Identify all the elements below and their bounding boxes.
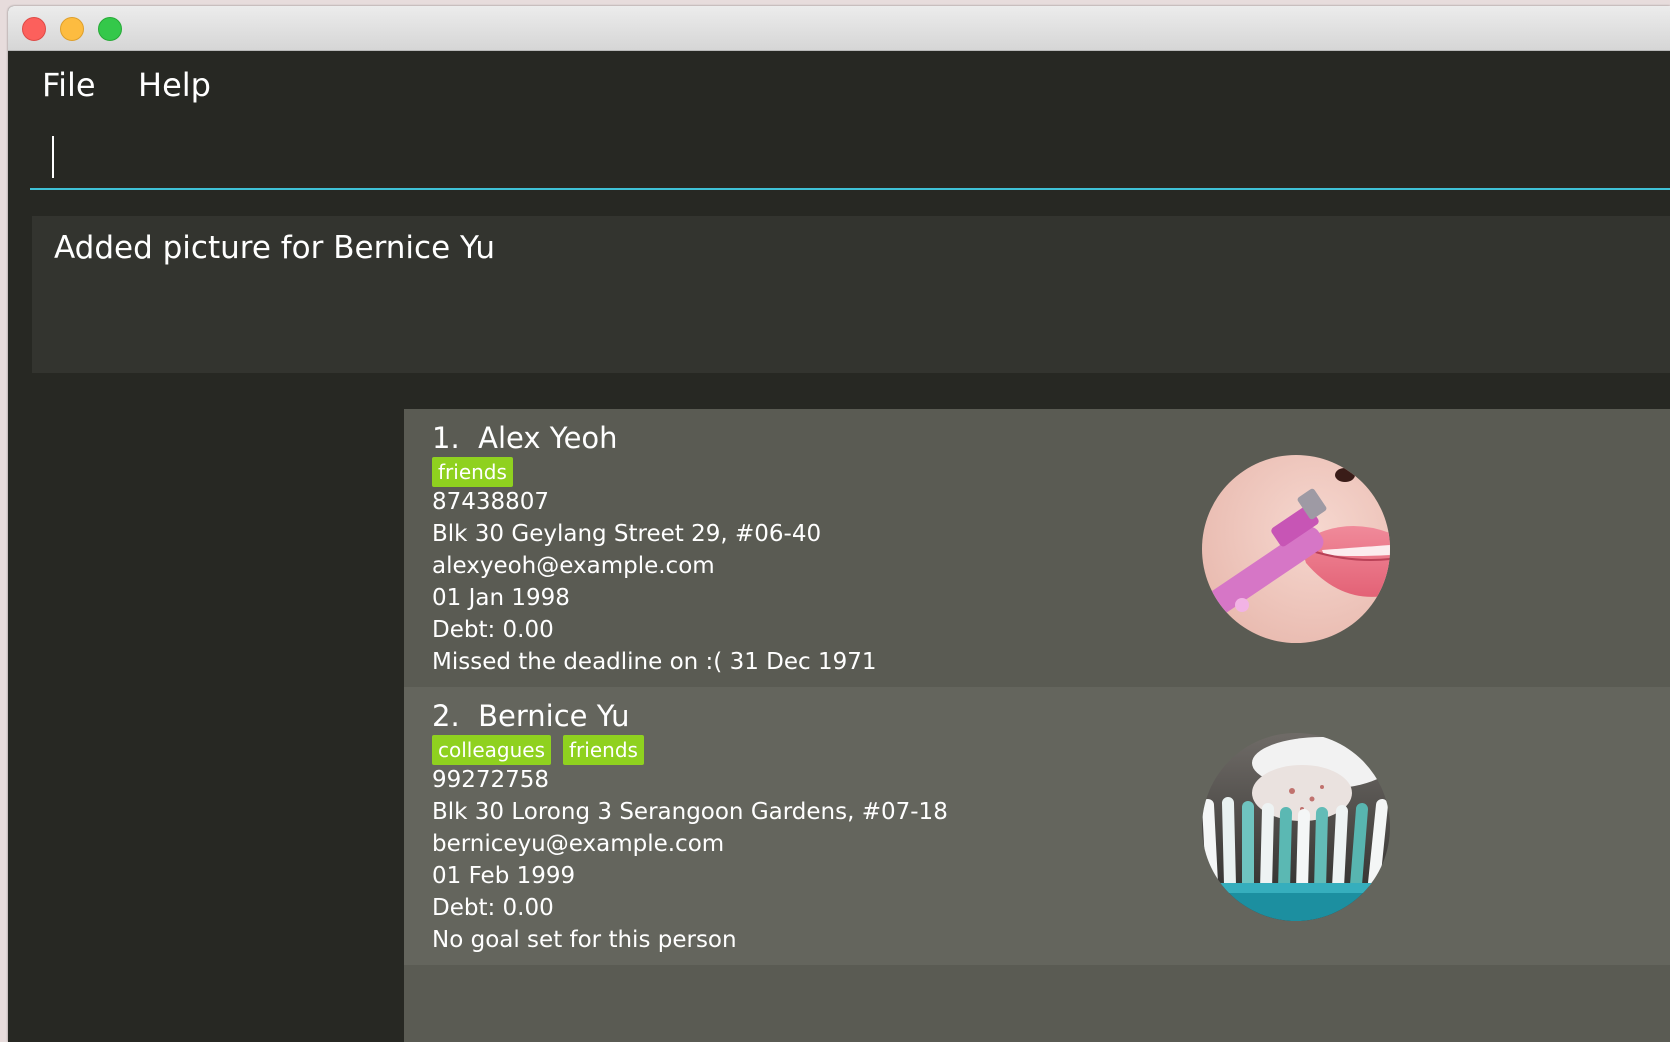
tag-list: friends [432, 457, 525, 487]
tag-list: colleagues friends [432, 735, 656, 765]
person-phone: 87438807 [432, 489, 550, 515]
person-name: Alex Yeoh [478, 421, 618, 455]
menu-help[interactable]: Help [138, 65, 211, 105]
person-email: alexyeoh@example.com [432, 553, 715, 579]
menu-bar: File Help [8, 51, 1670, 111]
person-name-line: 2. Bernice Yu [432, 699, 629, 733]
text-caret [52, 136, 54, 178]
person-card[interactable]: 1. Alex Yeoh friends 87438807 Blk 30 Gey… [404, 409, 1670, 687]
command-input[interactable] [30, 126, 1670, 190]
maximize-window-button[interactable] [98, 17, 122, 41]
title-bar [8, 6, 1670, 51]
person-name-line: 1. Alex Yeoh [432, 421, 618, 455]
person-address: Blk 30 Geylang Street 29, #06-40 [432, 521, 822, 547]
person-index: 2. [432, 699, 460, 733]
result-display: Added picture for Bernice Yu [32, 216, 1670, 373]
person-goal: Missed the deadline on :( 31 Dec 1971 [432, 649, 877, 675]
person-index: 1. [432, 421, 460, 455]
person-birthday: 01 Jan 1998 [432, 585, 570, 611]
lip-trimmer-photo-art [1202, 455, 1390, 643]
person-phone: 99272758 [432, 767, 550, 793]
lip-trimmer-photo [1202, 455, 1390, 643]
person-debt: Debt: 0.00 [432, 617, 554, 643]
person-address: Blk 30 Lorong 3 Serangoon Gardens, #07-1… [432, 799, 948, 825]
minimize-window-button[interactable] [60, 17, 84, 41]
person-list[interactable]: 1. Alex Yeoh friends 87438807 Blk 30 Gey… [404, 409, 1670, 1042]
person-card[interactable]: 2. Bernice Yu colleagues friends 99272758… [404, 687, 1670, 965]
menu-file[interactable]: File [42, 65, 96, 105]
app-window: File Help Added picture for Bernice Yu 1… [8, 6, 1670, 1042]
result-message: Added picture for Bernice Yu [54, 230, 496, 266]
toothbrush-photo-art [1202, 733, 1390, 921]
person-birthday: 01 Feb 1999 [432, 863, 576, 889]
person-goal: No goal set for this person [432, 927, 737, 953]
tag-label: friends [432, 457, 513, 487]
close-window-button[interactable] [22, 17, 46, 41]
person-debt: Debt: 0.00 [432, 895, 554, 921]
toothbrush-photo [1202, 733, 1390, 921]
tag-label: colleagues [432, 735, 552, 765]
tag-label: friends [563, 735, 644, 765]
person-name: Bernice Yu [478, 699, 630, 733]
person-email: berniceyu@example.com [432, 831, 725, 857]
